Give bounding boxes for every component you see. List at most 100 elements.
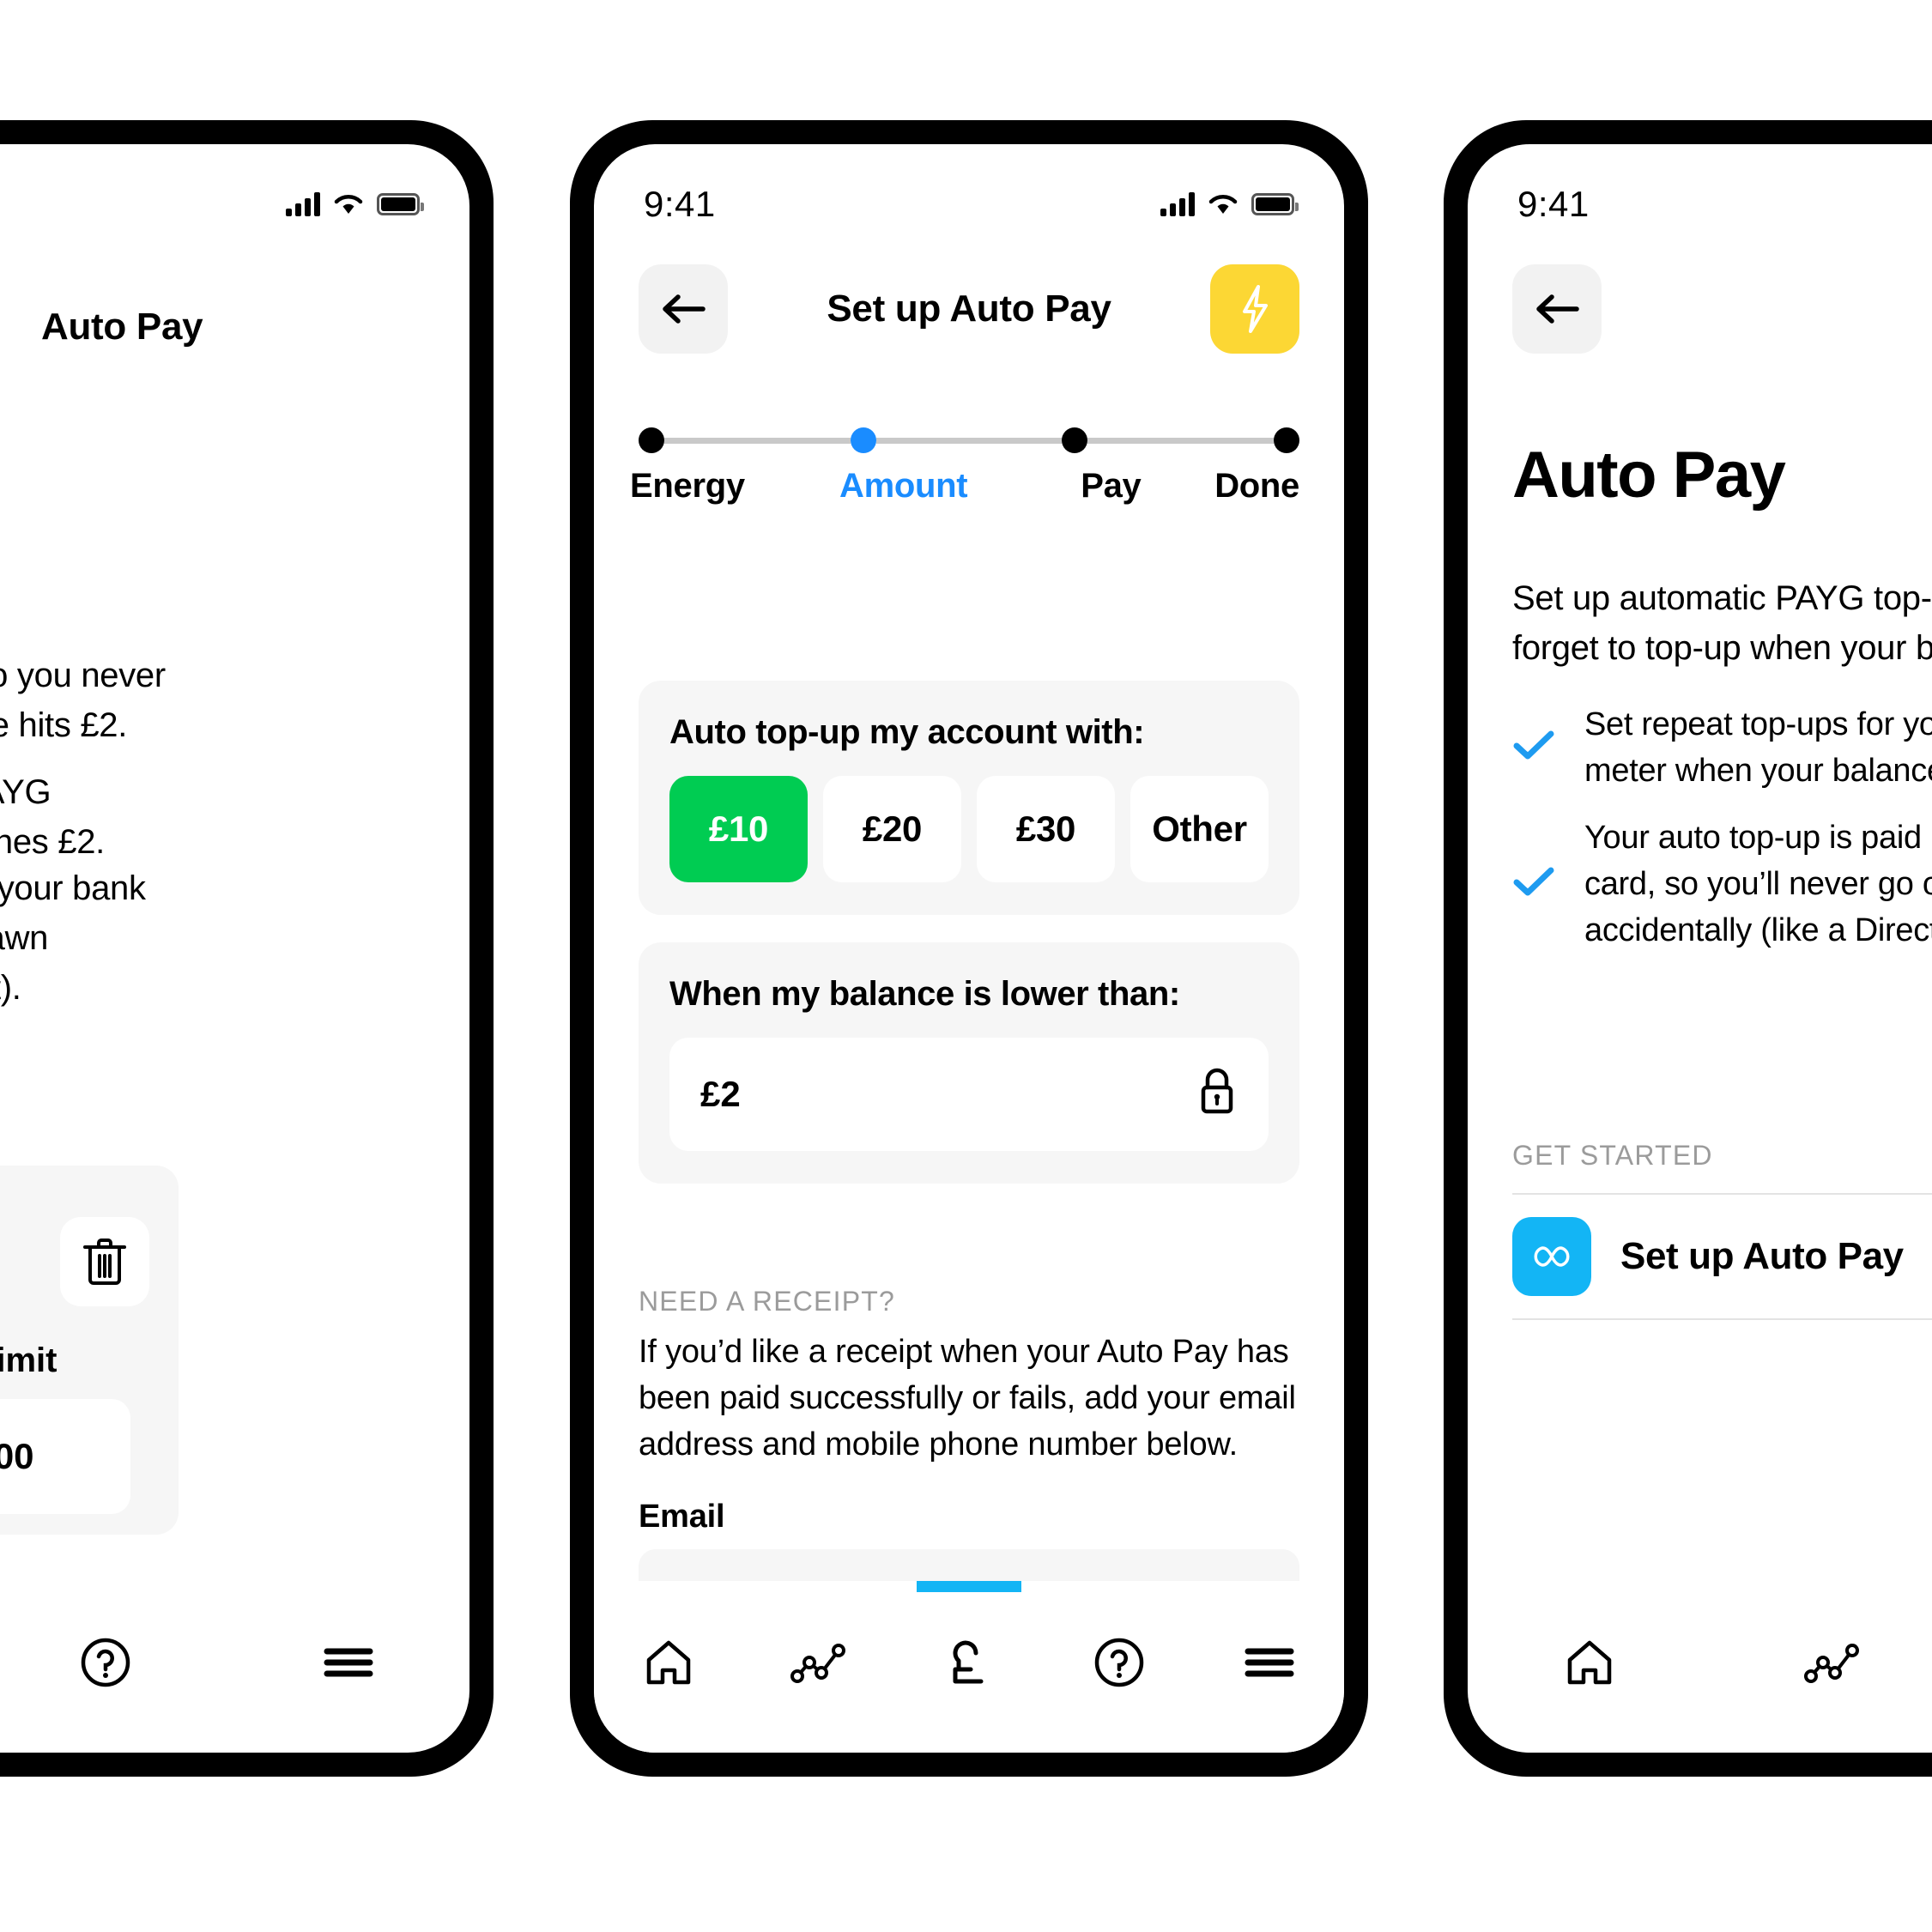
infinity-icon: [1534, 1246, 1570, 1267]
receipt-body: If you’d like a receipt when your Auto P…: [639, 1334, 1296, 1463]
tab-usage[interactable]: [1711, 1581, 1932, 1697]
amount-card: Auto top-up my account with: £10 £20 £30…: [639, 681, 1299, 915]
tab-menu[interactable]: [1194, 1581, 1344, 1697]
credit-limit-label: Credit limit: [0, 1341, 58, 1379]
tab-indicator-inactive: [53, 1581, 158, 1592]
benefit-text: Your auto top-up is paid card, so you’ll…: [1584, 819, 1932, 948]
page-heading: Auto Pay: [1512, 439, 1786, 512]
email-label: Email: [639, 1499, 725, 1535]
signal-bars-icon: [286, 192, 320, 216]
page-title: Auto Pay: [1602, 288, 1932, 330]
tab-indicator-inactive: [616, 1581, 721, 1592]
step-label-energy: Energy: [630, 467, 745, 505]
receipt-eyebrow: NEED A RECEIPT?: [639, 1286, 895, 1317]
status-bar-right: 9:41: [1468, 144, 1932, 239]
home-icon: [644, 1628, 693, 1697]
status-time: 9:41: [644, 184, 716, 224]
phone-right-screen: 9:41 Auto Pay Auto Pay Set up automatic …: [1468, 144, 1932, 1753]
step-label-amount: Amount: [839, 467, 968, 505]
check-icon: [1512, 729, 1555, 767]
tab-indicator-inactive: [1217, 1581, 1322, 1592]
usage-icon: [1802, 1628, 1862, 1697]
amount-card-title: Auto top-up my account with:: [669, 713, 1145, 751]
credit-limit-value-box[interactable]: £2.00: [0, 1399, 130, 1514]
progress-stepper: Energy Amount Pay Done: [630, 427, 1300, 506]
menu-icon: [323, 1628, 374, 1697]
navbar-middle: Set up Auto Pay: [594, 264, 1344, 354]
tab-indicator-inactive: [1780, 1581, 1885, 1592]
benefit-text: Set repeat top-ups for yo meter when you…: [1584, 706, 1932, 789]
left-paragraph-2: op-ups for your PAYG your balance reache…: [0, 773, 105, 861]
menu-icon: [1244, 1628, 1295, 1697]
tabbar-right: [1468, 1581, 1932, 1753]
trash-icon: [83, 1239, 126, 1285]
list-item: Set repeat top-ups for yo meter when you…: [1512, 702, 1932, 795]
screenshot-canvas: Auto Pay c PAYG top-ups so you never whe…: [0, 0, 1932, 1932]
threshold-value: £2: [700, 1074, 741, 1114]
amount-option-10[interactable]: £10: [669, 776, 808, 882]
tabbar-left: [0, 1581, 469, 1753]
threshold-input[interactable]: £2: [669, 1038, 1269, 1151]
tab-indicator-inactive: [1537, 1581, 1642, 1592]
check-icon: [1512, 865, 1555, 904]
signal-bars-icon: [1160, 192, 1195, 216]
step-dot-energy[interactable]: [639, 427, 664, 453]
page-title: Set up Auto Pay: [827, 288, 1111, 330]
battery-icon: [377, 193, 424, 215]
tab-pound[interactable]: [894, 1581, 1045, 1697]
step-line: [1087, 437, 1275, 444]
delete-button[interactable]: [60, 1217, 149, 1306]
amount-option-other[interactable]: Other: [1130, 776, 1269, 882]
back-arrow-icon: [663, 294, 706, 324]
lock-icon: [1196, 1065, 1238, 1123]
status-bar-middle: 9:41: [594, 144, 1344, 239]
benefit-list: Set repeat top-ups for yo meter when you…: [1512, 702, 1932, 975]
tab-home[interactable]: [594, 1581, 744, 1697]
status-time: 9:41: [1517, 184, 1590, 224]
wifi-icon: [334, 193, 363, 215]
page-title-left: Auto Pay: [41, 306, 203, 348]
tab-usage[interactable]: [744, 1581, 894, 1697]
tab-indicator-inactive: [1067, 1581, 1172, 1592]
left-paragraph-1: c PAYG top-ups so you never when your ba…: [0, 657, 166, 744]
back-button[interactable]: [1512, 264, 1602, 354]
stepper-labels: Energy Amount Pay Done: [630, 467, 1299, 506]
pound-icon: [947, 1628, 991, 1697]
step-dot-amount[interactable]: [850, 427, 876, 453]
tab-help[interactable]: [0, 1581, 227, 1697]
threshold-card-title: When my balance is lower than:: [669, 975, 1180, 1013]
tab-indicator-inactive: [296, 1581, 401, 1592]
receipt-section: NEED A RECEIPT? If you’d like a receipt …: [639, 1286, 1299, 1469]
tab-help[interactable]: [1044, 1581, 1194, 1697]
list-item: Your auto top-up is paid card, so you’ll…: [1512, 815, 1932, 954]
get-started-label: Set up Auto Pay: [1620, 1235, 1904, 1277]
threshold-card: When my balance is lower than: £2: [639, 942, 1299, 1184]
status-bar-left: [0, 144, 469, 239]
tab-indicator-inactive: [766, 1581, 871, 1592]
quick-action-button[interactable]: [1210, 264, 1299, 354]
get-started-row[interactable]: Set up Auto Pay: [1512, 1193, 1932, 1320]
wifi-icon: [1208, 193, 1238, 215]
step-dot-done[interactable]: [1274, 427, 1300, 453]
tab-home[interactable]: [1468, 1581, 1711, 1697]
back-button[interactable]: [639, 264, 728, 354]
left-paragraph-3: op-up is paid with your bank ll never go…: [0, 869, 146, 1007]
navbar-right: Auto Pay: [1468, 264, 1932, 354]
phone-left-screen: Auto Pay c PAYG top-ups so you never whe…: [0, 144, 469, 1753]
step-label-done: Done: [1214, 467, 1299, 505]
tab-menu[interactable]: [227, 1581, 469, 1697]
amount-option-20[interactable]: £20: [823, 776, 961, 882]
step-line: [875, 437, 1063, 444]
back-arrow-icon: [1536, 294, 1579, 324]
step-line: [664, 437, 851, 444]
help-icon: [80, 1628, 131, 1697]
home-icon: [1565, 1628, 1614, 1697]
usage-icon: [789, 1628, 849, 1697]
phone-middle: 9:41 Set up Auto Pay Energy Amount Pay D…: [570, 120, 1368, 1777]
phone-right: 9:41 Auto Pay Auto Pay Set up automatic …: [1444, 120, 1932, 1777]
tabbar-middle: [594, 1581, 1344, 1753]
help-icon: [1093, 1628, 1145, 1697]
intro-paragraph: Set up automatic PAYG top-u forget to to…: [1512, 579, 1932, 667]
amount-option-30[interactable]: £30: [977, 776, 1115, 882]
step-dot-pay[interactable]: [1062, 427, 1088, 453]
